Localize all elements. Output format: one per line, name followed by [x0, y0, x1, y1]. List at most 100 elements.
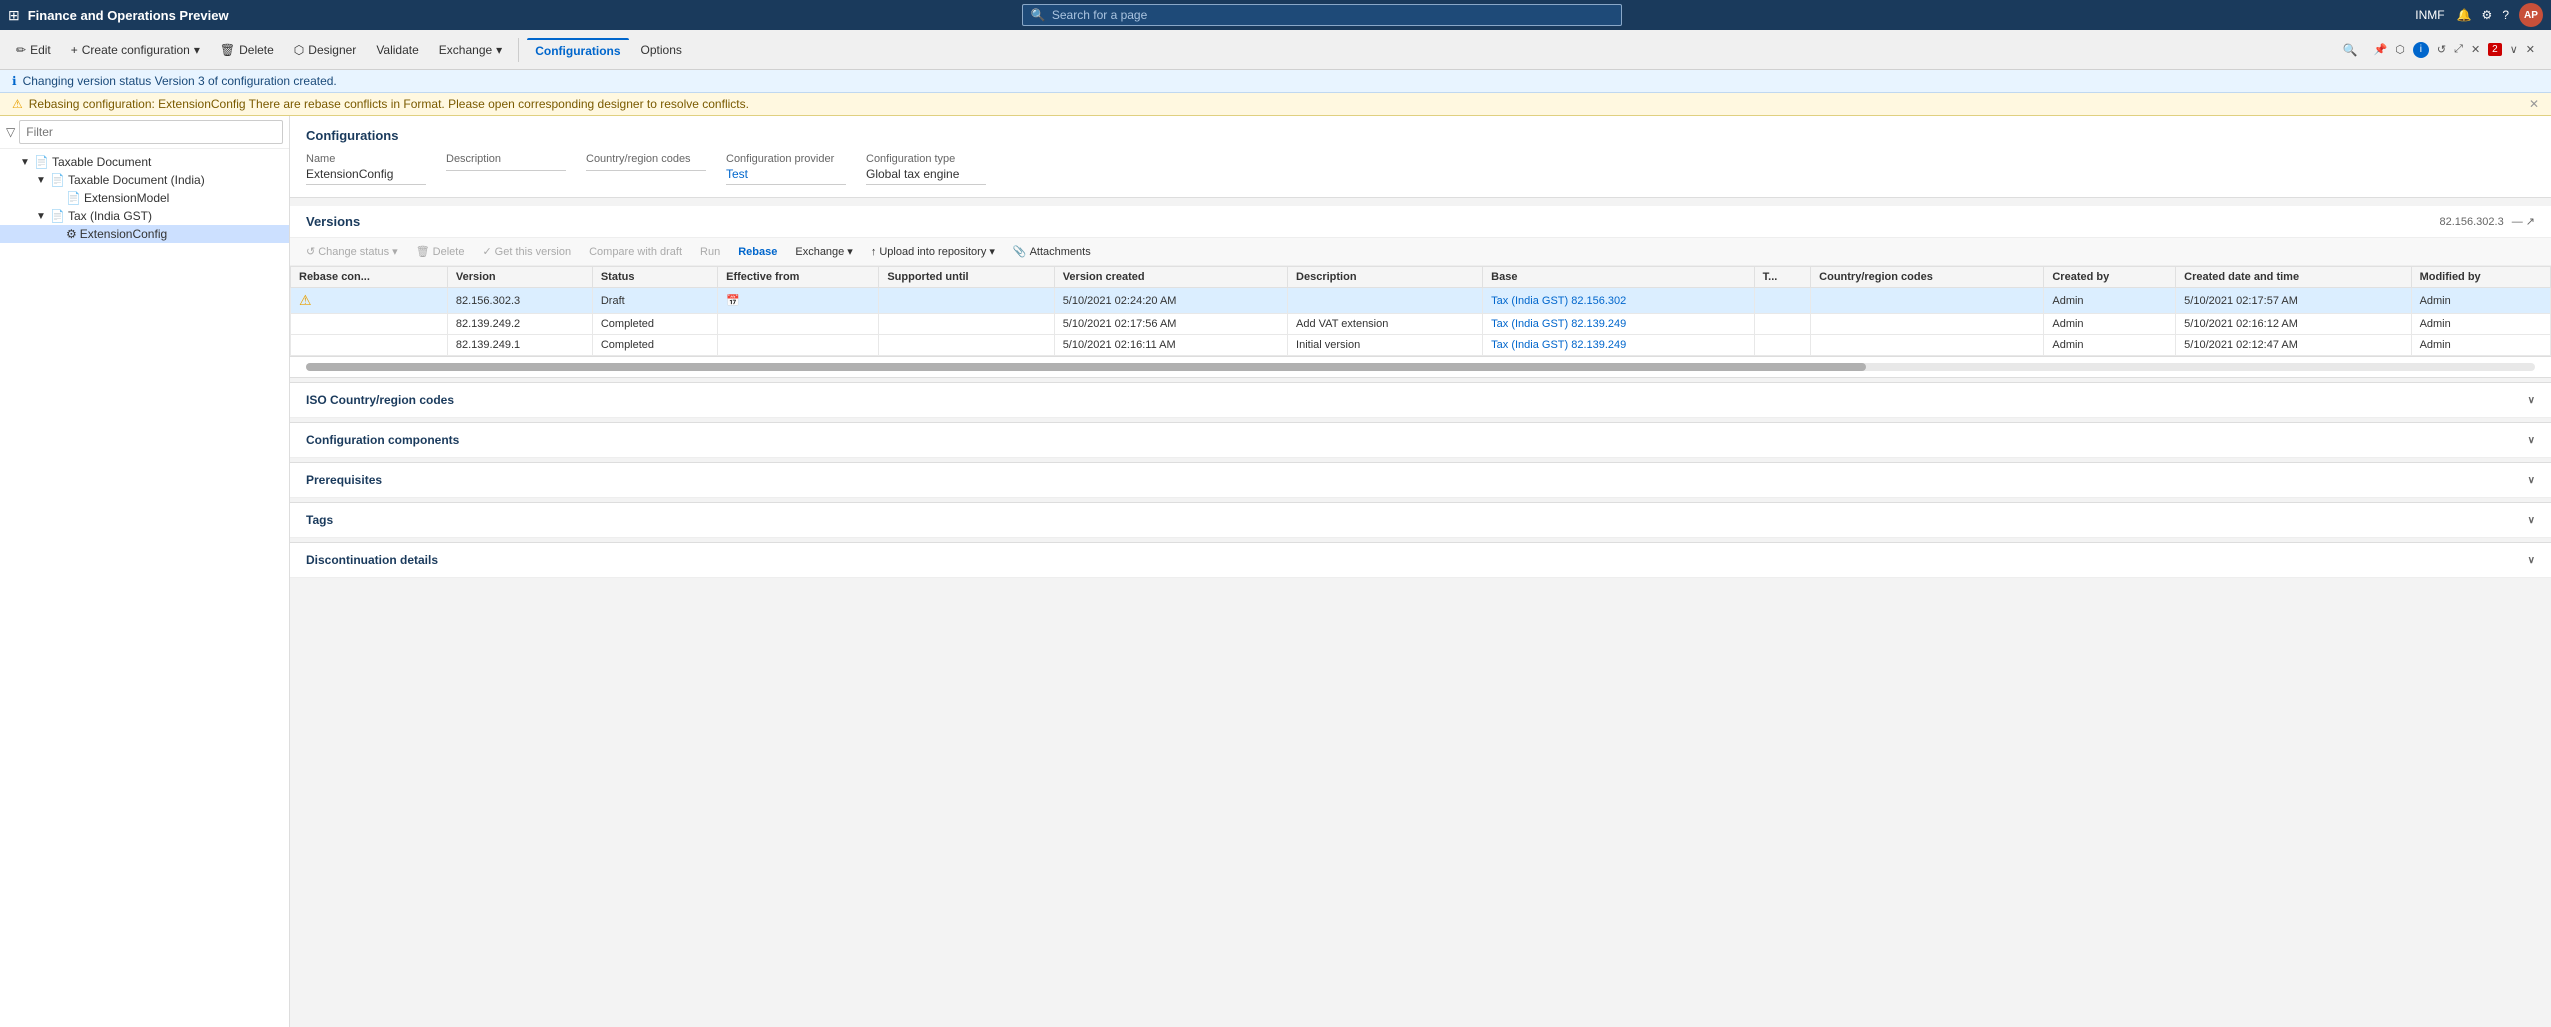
base-link[interactable]: 82.139.249 [1571, 318, 1626, 330]
col-country-region[interactable]: Country/region codes [1811, 267, 2044, 288]
dropdown-icon: ▾ [194, 43, 200, 57]
table-row[interactable]: ⚠82.156.302.3Draft📅5/10/2021 02:24:20 AM… [291, 288, 2551, 314]
table-cell[interactable]: Completed [592, 335, 717, 356]
table-cell [879, 314, 1054, 335]
table-cell[interactable]: Draft [592, 288, 717, 314]
rebase-button[interactable]: Rebase [730, 243, 785, 261]
base-link[interactable]: 82.156.302 [1571, 295, 1626, 307]
app-branding: ⊞ Finance and Operations Preview [8, 7, 229, 24]
upload-into-repo-button[interactable]: ↑ Upload into repository ▾ [863, 242, 1003, 261]
table-cell[interactable]: 82.139.249.1 [447, 335, 592, 356]
col-description[interactable]: Description [1288, 267, 1483, 288]
col-created-by[interactable]: Created by [2044, 267, 2176, 288]
col-t[interactable]: T... [1754, 267, 1811, 288]
edit-button[interactable]: ✏ Edit [8, 39, 59, 61]
create-config-button[interactable]: + Create configuration ▾ [63, 39, 208, 61]
validate-button[interactable]: Validate [368, 39, 426, 61]
app-grid-icon[interactable]: ⊞ [8, 7, 20, 24]
expand-icon[interactable]: ⤢ [2454, 43, 2463, 56]
table-cell: 5/10/2021 02:17:56 AM [1054, 314, 1287, 335]
info-icon[interactable]: i [2413, 42, 2429, 58]
base-link[interactable]: 82.139.249 [1571, 339, 1626, 351]
content-area: Configurations Name ExtensionConfig Desc… [290, 116, 2551, 1027]
config-fields: Name ExtensionConfig Description Country… [306, 153, 2535, 185]
base-link[interactable]: Tax (India GST) [1491, 339, 1568, 351]
close-icon-2[interactable]: ✕ [2526, 43, 2535, 56]
bell-icon[interactable]: 🔔 [2457, 8, 2472, 22]
avatar[interactable]: AP [2519, 3, 2543, 27]
toggle-3[interactable]: ▼ [36, 211, 50, 222]
col-supported-until[interactable]: Supported until [879, 267, 1054, 288]
table-cell[interactable] [291, 314, 448, 335]
tree-item-extension-config[interactable]: ⚙ ExtensionConfig [0, 225, 289, 243]
table-cell[interactable]: 82.139.249.2 [447, 314, 592, 335]
table-row[interactable]: 82.139.249.2Completed 5/10/2021 02:17:56 … [291, 314, 2551, 335]
delete-version-icon: 🗑 [416, 245, 430, 258]
close-icon[interactable]: ✕ [2471, 43, 2480, 56]
toggle-1[interactable]: ▼ [36, 175, 50, 186]
options-tab[interactable]: Options [633, 39, 690, 61]
base-link[interactable]: Tax (India GST) [1491, 295, 1568, 307]
chevron-down-icon[interactable]: ∨ [2510, 43, 2518, 56]
table-cell [1811, 314, 2044, 335]
configurations-tab[interactable]: Configurations [527, 38, 628, 62]
ribbon-search-icon[interactable]: 🔍 [2339, 39, 2362, 61]
tree-item-extension-model[interactable]: 📄 ExtensionModel [0, 189, 289, 207]
collapsible-header-3[interactable]: Tags ∨ [290, 503, 2551, 538]
tree-item-taxable-document[interactable]: ▼ 📄 Taxable Document [0, 153, 289, 171]
collapsible-header-1[interactable]: Configuration components ∨ [290, 423, 2551, 458]
collapsible-header-0[interactable]: ISO Country/region codes ∨ [290, 383, 2551, 418]
run-button[interactable]: Run [692, 243, 728, 261]
table-cell[interactable] [291, 335, 448, 356]
versions-expand-icon[interactable]: — ↗ [2512, 215, 2535, 228]
col-status[interactable]: Status [592, 267, 717, 288]
main-layout: ▽ ▼ 📄 Taxable Document ▼ 📄 Taxable Docum… [0, 116, 2551, 1027]
delete-button[interactable]: 🗑 Delete [212, 39, 282, 61]
change-status-button[interactable]: ↺ Change status ▾ [298, 242, 406, 261]
col-base[interactable]: Base [1483, 267, 1755, 288]
col-version-created[interactable]: Version created [1054, 267, 1287, 288]
col-effective-from[interactable]: Effective from [718, 267, 879, 288]
search-input[interactable] [1052, 8, 1613, 22]
refresh-icon[interactable]: ↺ [2437, 43, 2446, 56]
warning-icon: ⚠ [299, 292, 312, 308]
h-scrollbar[interactable] [290, 357, 2551, 378]
collapsible-header-4[interactable]: Discontinuation details ∨ [290, 543, 2551, 578]
collapsible-header-2[interactable]: Prerequisites ∨ [290, 463, 2551, 498]
filter-icon[interactable]: ▽ [6, 125, 15, 139]
attachments-button[interactable]: 📎 Attachments [1005, 242, 1099, 261]
field-description: Description [446, 153, 566, 171]
toggle-0[interactable]: ▼ [20, 157, 34, 168]
change-status-dropdown-icon: ▾ [392, 245, 398, 258]
collapsible-label-2: Prerequisites [306, 473, 382, 487]
collapsible-0: ISO Country/region codes ∨ [290, 382, 2551, 418]
table-cell[interactable]: ⚠ [291, 288, 448, 314]
exchange-button[interactable]: Exchange ▾ [431, 39, 510, 61]
col-created-date[interactable]: Created date and time [2176, 267, 2411, 288]
table-row[interactable]: 82.139.249.1Completed5/10/2021 02:16:11 … [291, 335, 2551, 356]
pop-out-icon[interactable]: ⬡ [2395, 43, 2405, 56]
tree-item-taxable-document-india[interactable]: ▼ 📄 Taxable Document (India) [0, 171, 289, 189]
pin-icon[interactable]: 📌 [2374, 43, 2388, 56]
col-rebase[interactable]: Rebase con... [291, 267, 448, 288]
window-icons: 📌 ⬡ i ↺ ⤢ ✕ 2 ∨ ✕ [2366, 42, 2543, 58]
get-this-version-button[interactable]: ✓ Get this version [474, 242, 579, 261]
base-link[interactable]: Tax (India GST) [1491, 318, 1568, 330]
table-cell: Admin [2411, 288, 2550, 314]
help-icon[interactable]: ? [2502, 8, 2509, 22]
col-modified-by[interactable]: Modified by [2411, 267, 2550, 288]
collapsible-container: ISO Country/region codes ∨ Configuration… [290, 382, 2551, 578]
table-cell[interactable]: 82.156.302.3 [447, 288, 592, 314]
close-warning-icon[interactable]: ✕ [2529, 97, 2539, 111]
filter-input[interactable] [19, 120, 283, 144]
calendar-icon[interactable]: 📅 [726, 295, 740, 307]
delete-version-button[interactable]: 🗑 Delete [408, 242, 473, 261]
compare-with-draft-button[interactable]: Compare with draft [581, 243, 690, 261]
settings-icon[interactable]: ⚙ [2482, 8, 2493, 22]
table-cell[interactable]: Completed [592, 314, 717, 335]
exchange-version-button[interactable]: Exchange ▾ [787, 242, 860, 261]
table-cell [1288, 288, 1483, 314]
tree-item-tax-india-gst[interactable]: ▼ 📄 Tax (India GST) [0, 207, 289, 225]
designer-button[interactable]: ⬡ Designer [286, 39, 365, 61]
col-version[interactable]: Version [447, 267, 592, 288]
